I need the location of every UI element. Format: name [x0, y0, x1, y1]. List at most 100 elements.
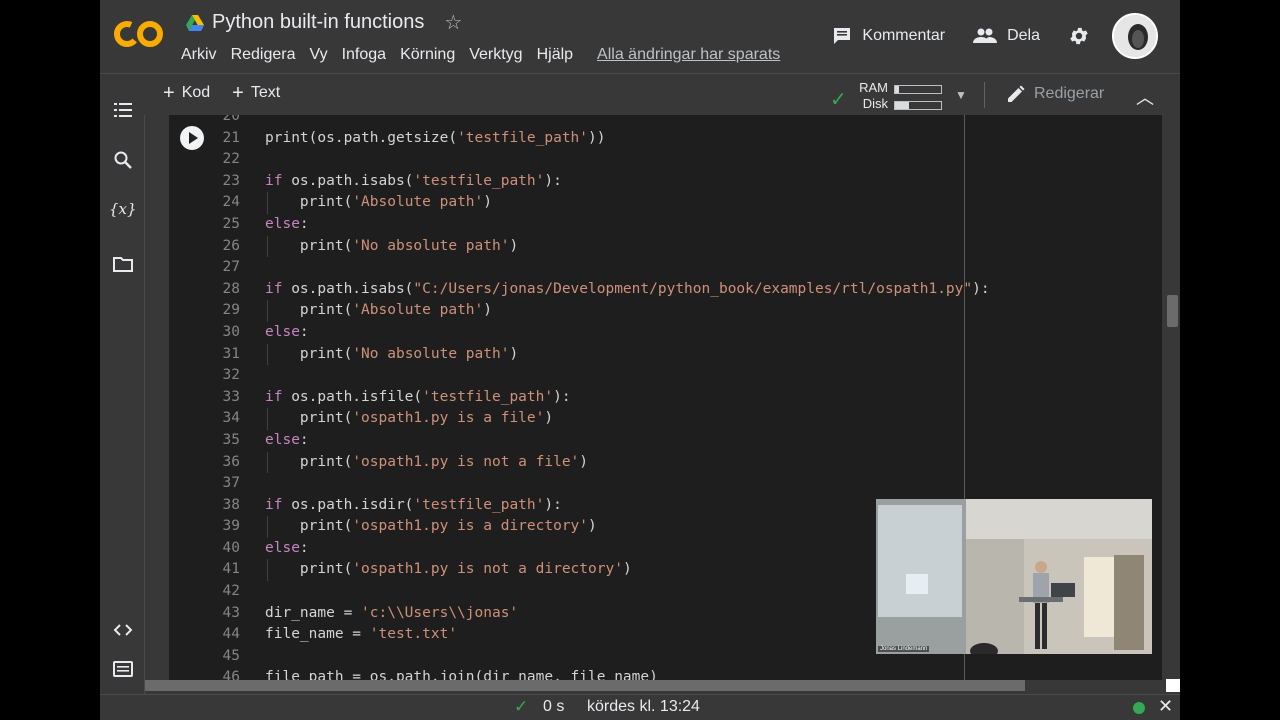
disk-bar-fill [895, 102, 909, 109]
line-number: 43 [222, 604, 240, 621]
indent-guide [267, 451, 268, 474]
menu-help[interactable]: Hjälp [537, 46, 580, 64]
header: Python built-in functions ☆ Arkiv Redige… [100, 0, 1180, 73]
code-line[interactable]: 36 print('ospath1.py is not a file') [169, 451, 1162, 474]
people-icon [973, 28, 998, 43]
code-line[interactable]: 30 else: [169, 322, 1162, 344]
code-text[interactable]: file_path = os.path.join(dir_name, file_… [265, 667, 658, 680]
code-line[interactable]: 35 else: [169, 430, 1162, 452]
line-number: 38 [222, 496, 240, 513]
disk-label: Disk [862, 96, 888, 111]
add-text-button[interactable]: + Text [232, 83, 281, 103]
execution-duration: 0 s [543, 698, 565, 715]
toolbar-divider [984, 82, 985, 108]
menu-view[interactable]: Vy [310, 46, 335, 64]
vertical-scrollbar[interactable] [1162, 115, 1180, 680]
table-of-contents-icon[interactable] [113, 100, 133, 120]
code-line[interactable]: 33 if os.path.isfile('testfile_path'): [169, 387, 1162, 409]
code-text[interactable]: else: [265, 430, 309, 452]
line-number: 36 [222, 453, 240, 470]
line-number: 37 [222, 475, 240, 492]
resource-labels: RAM Disk [858, 80, 888, 112]
code-line[interactable]: 29 print('Absolute path') [169, 300, 1162, 322]
folder-icon[interactable] [113, 254, 133, 274]
line-number: 30 [222, 323, 240, 340]
star-icon[interactable]: ☆ [444, 10, 462, 35]
close-icon[interactable]: ✕ [1158, 696, 1173, 717]
toolbar: + Kod + Text ✓ RAM Disk ▼ Redigerar ︿ [100, 73, 1180, 115]
gear-icon[interactable] [1068, 25, 1090, 47]
ram-bar-fill [895, 86, 899, 93]
code-text[interactable]: print('No absolute path') [265, 344, 518, 366]
code-text[interactable]: print(os.path.getsize('testfile_path')) [265, 128, 605, 150]
code-line[interactable]: 31 print('No absolute path') [169, 343, 1162, 366]
status-bar: ✓ 0 s kördes kl. 13:24 ✕ [100, 694, 1180, 720]
code-line[interactable]: 25 else: [169, 214, 1162, 236]
notebook-title[interactable]: Python built-in functions [212, 11, 424, 34]
menu-edit[interactable]: Redigera [231, 46, 303, 64]
run-cell-button[interactable] [180, 126, 204, 150]
line-number: 27 [222, 259, 240, 276]
menu-runtime[interactable]: Körning [400, 46, 462, 64]
code-snippets-icon[interactable] [113, 620, 133, 640]
code-line[interactable]: 32 [169, 365, 1162, 387]
code-text[interactable]: print('Absolute path') [265, 300, 492, 322]
code-line[interactable]: 21 print(os.path.getsize('testfile_path')… [169, 128, 1162, 150]
code-text[interactable]: else: [265, 214, 309, 236]
code-text[interactable]: if os.path.isabs('testfile_path'): [265, 171, 562, 193]
share-button[interactable]: Dela [973, 27, 1040, 45]
line-number: 34 [222, 410, 240, 427]
collapse-header-icon[interactable]: ︿ [1136, 84, 1154, 110]
horizontal-scrollbar[interactable] [145, 680, 1162, 694]
code-text[interactable]: else: [265, 538, 309, 560]
resource-monitor[interactable]: ✓ RAM Disk ▼ [830, 78, 970, 112]
code-text[interactable]: dir_name = 'c:\\Users\\jonas' [265, 603, 518, 625]
menu-file[interactable]: Arkiv [181, 46, 224, 64]
code-line[interactable]: 20 [169, 115, 1162, 128]
code-text[interactable]: if os.path.isabs("C:/Users/jonas/Develop… [265, 279, 990, 301]
command-palette-icon[interactable] [113, 659, 133, 679]
code-text[interactable]: print('ospath1.py is a file') [265, 408, 553, 430]
indent-guide [267, 192, 268, 214]
add-code-button[interactable]: + Kod [163, 83, 210, 103]
code-text[interactable]: print('ospath1.py is a directory') [265, 516, 597, 538]
line-number: 46 [222, 669, 240, 680]
code-text[interactable]: if os.path.isfile('testfile_path'): [265, 387, 571, 409]
menu-bar: Arkiv Redigera Vy Infoga Körning Verktyg… [181, 46, 780, 64]
vertical-scroll-thumb[interactable] [1167, 295, 1178, 327]
save-status-link[interactable]: Alla ändringar har sparats [597, 46, 780, 64]
code-line[interactable]: 23 if os.path.isabs('testfile_path'): [169, 171, 1162, 193]
code-line[interactable]: 26 print('No absolute path') [169, 235, 1162, 258]
code-line[interactable]: 34 print('ospath1.py is a file') [169, 408, 1162, 430]
title-row: Python built-in functions ☆ [186, 10, 462, 35]
ram-label: RAM [859, 80, 888, 95]
code-text[interactable]: else: [265, 322, 309, 344]
code-line[interactable]: 27 [169, 257, 1162, 279]
horizontal-scroll-thumb[interactable] [145, 680, 1025, 691]
code-text[interactable]: print('ospath1.py is not a file') [265, 452, 588, 474]
code-text[interactable]: print('No absolute path') [265, 236, 518, 258]
code-line[interactable]: 22 [169, 149, 1162, 171]
header-actions: Kommentar Dela [832, 13, 1180, 59]
code-line[interactable]: 37 [169, 473, 1162, 495]
variables-icon[interactable]: {x} [109, 200, 139, 220]
add-text-label: Text [250, 84, 281, 101]
menu-tools[interactable]: Verktyg [469, 46, 529, 64]
line-number: 39 [222, 518, 240, 535]
webcam-video [876, 499, 1152, 654]
colab-logo[interactable] [114, 16, 166, 52]
code-text[interactable]: if os.path.isdir('testfile_path'): [265, 495, 562, 517]
menu-insert[interactable]: Infoga [342, 46, 393, 64]
code-line[interactable]: 46 file_path = os.path.join(dir_name, fil… [169, 667, 1162, 680]
comment-button[interactable]: Kommentar [832, 26, 945, 46]
code-text[interactable]: file_name = 'test.txt' [265, 624, 457, 646]
code-line[interactable]: 24 print('Absolute path') [169, 192, 1162, 214]
code-text[interactable]: print('Absolute path') [265, 192, 492, 214]
dropdown-arrow-icon[interactable]: ▼ [955, 88, 967, 102]
search-icon[interactable] [113, 150, 133, 170]
code-line[interactable]: 28 if os.path.isabs("C:/Users/jonas/Devel… [169, 279, 1162, 301]
editing-mode-button[interactable]: Redigerar [1006, 84, 1104, 104]
avatar[interactable] [1112, 13, 1158, 59]
code-text[interactable]: print('ospath1.py is not a directory') [265, 559, 632, 581]
line-number: 23 [222, 172, 240, 189]
